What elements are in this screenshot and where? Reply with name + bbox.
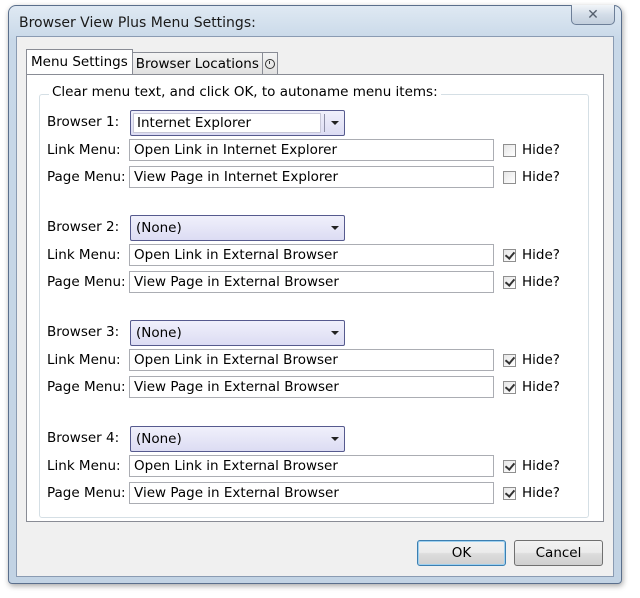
page-menu-label: Page Menu: [47, 169, 126, 185]
ok-button[interactable]: OK [417, 540, 506, 566]
chevron-down-icon [331, 226, 339, 230]
page-menu-label: Page Menu: [47, 485, 126, 501]
browser-2-page-menu-input[interactable]: View Page in External Browser [129, 271, 494, 293]
browser-3-page-hide-checkbox[interactable] [503, 381, 516, 394]
chevron-down-icon [331, 331, 339, 335]
hide-label: Hide? [522, 274, 560, 290]
browser-block-2: Browser 2: (None) Link Menu: Open Link i… [40, 215, 588, 295]
chevron-down-icon [331, 121, 339, 125]
browser-block-4: Browser 4: (None) Link Menu: Open Link i… [40, 426, 588, 506]
dialog-window: Browser View Plus Menu Settings: ✕ Menu … [8, 5, 622, 584]
browser-4-page-menu-input[interactable]: View Page in External Browser [129, 482, 494, 504]
hide-label: Hide? [522, 379, 560, 395]
browser-select-value: (None) [136, 325, 182, 341]
browser-label: Browser 4: [47, 430, 120, 446]
link-menu-label: Link Menu: [47, 247, 121, 263]
page-menu-label: Page Menu: [47, 274, 126, 290]
close-button[interactable]: ✕ [571, 5, 615, 25]
browser-label: Browser 1: [47, 114, 120, 130]
clock-icon [264, 58, 275, 69]
hide-label: Hide? [522, 247, 560, 263]
link-menu-label: Link Menu: [47, 458, 121, 474]
browser-4-link-hide-checkbox[interactable] [503, 460, 516, 473]
browser-select-value: Internet Explorer [133, 113, 321, 133]
browser-1-page-menu-input[interactable]: View Page in Internet Explorer [129, 166, 494, 188]
browser-2-page-hide-checkbox[interactable] [503, 276, 516, 289]
browser-select-value: (None) [136, 220, 182, 236]
browser-4-select[interactable]: (None) [130, 426, 345, 452]
browser-block-3: Browser 3: (None) Link Menu: Open Link i… [40, 320, 588, 400]
browser-2-select[interactable]: (None) [130, 215, 345, 241]
close-icon: ✕ [587, 6, 599, 23]
window-title: Browser View Plus Menu Settings: [19, 15, 256, 31]
tab-browser-locations[interactable]: Browser Locations [131, 52, 263, 74]
browser-3-page-menu-input[interactable]: View Page in External Browser [129, 376, 494, 398]
hide-label: Hide? [522, 142, 560, 158]
chevron-down-icon [331, 437, 339, 441]
browser-select-value: (None) [136, 431, 182, 447]
dialog-client-area: Menu Settings Browser Locations Clear me… [16, 36, 614, 577]
menu-items-group: Clear menu text, and click OK, to autona… [39, 84, 589, 518]
link-menu-label: Link Menu: [47, 142, 121, 158]
browser-1-page-hide-checkbox[interactable] [503, 171, 516, 184]
browser-2-link-menu-input[interactable]: Open Link in External Browser [129, 244, 494, 266]
tab-panel: Clear menu text, and click OK, to autona… [26, 74, 604, 522]
combo-separator [324, 114, 325, 132]
hide-label: Hide? [522, 169, 560, 185]
tab-history[interactable] [261, 52, 278, 74]
browser-4-link-menu-input[interactable]: Open Link in External Browser [129, 455, 494, 477]
browser-3-link-menu-input[interactable]: Open Link in External Browser [129, 349, 494, 371]
group-caption: Clear menu text, and click OK, to autona… [49, 84, 441, 100]
browser-2-link-hide-checkbox[interactable] [503, 249, 516, 262]
browser-label: Browser 3: [47, 324, 120, 340]
browser-3-link-hide-checkbox[interactable] [503, 354, 516, 367]
tab-menu-settings[interactable]: Menu Settings [26, 49, 133, 74]
browser-1-select[interactable]: Internet Explorer [130, 110, 345, 136]
tab-strip: Menu Settings Browser Locations [26, 49, 278, 74]
hide-label: Hide? [522, 458, 560, 474]
browser-block-1: Browser 1: Internet Explorer Link Menu: … [40, 110, 588, 190]
browser-4-page-hide-checkbox[interactable] [503, 487, 516, 500]
link-menu-label: Link Menu: [47, 352, 121, 368]
cancel-button[interactable]: Cancel [514, 540, 603, 566]
browser-3-select[interactable]: (None) [130, 320, 345, 346]
hide-label: Hide? [522, 352, 560, 368]
browser-label: Browser 2: [47, 219, 120, 235]
browser-1-link-hide-checkbox[interactable] [503, 144, 516, 157]
hide-label: Hide? [522, 485, 560, 501]
browser-1-link-menu-input[interactable]: Open Link in Internet Explorer [129, 139, 494, 161]
page-menu-label: Page Menu: [47, 379, 126, 395]
